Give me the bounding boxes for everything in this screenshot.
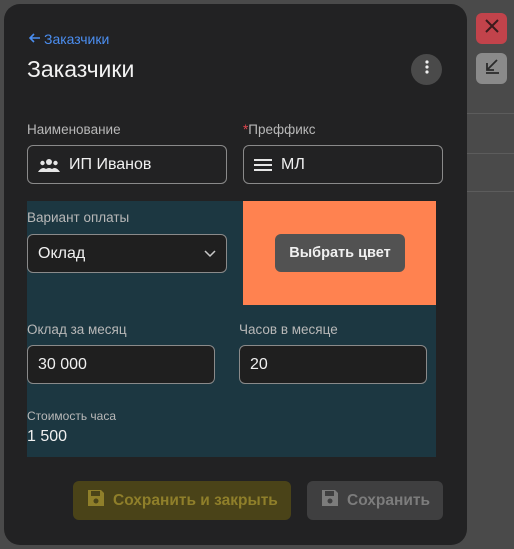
page-title: Заказчики [27, 56, 135, 82]
floppy-disk-icon [87, 489, 105, 512]
collapse-button[interactable] [476, 53, 507, 84]
prefix-value: МЛ [281, 155, 305, 173]
backdrop-divider [466, 191, 514, 192]
arrow-left-icon [28, 31, 41, 47]
more-vertical-icon [424, 60, 429, 79]
backdrop-divider [466, 153, 514, 154]
back-link[interactable]: Заказчики [28, 31, 110, 47]
chevron-down-icon [204, 245, 216, 263]
save-and-close-button[interactable]: Сохранить и закрыть [73, 481, 291, 520]
prefix-field[interactable]: МЛ [243, 145, 443, 184]
save-and-close-label: Сохранить и закрыть [113, 491, 278, 509]
arrow-down-left-icon [483, 57, 501, 80]
hour-cost-label: Стоимость часа [27, 409, 117, 423]
save-button[interactable]: Сохранить [307, 481, 443, 520]
floppy-disk-icon [321, 489, 339, 512]
payment-select[interactable]: Оклад [27, 234, 227, 273]
menu-lines-icon [254, 158, 272, 171]
hours-per-month-input[interactable]: 20 [239, 345, 427, 384]
backdrop-divider [466, 113, 514, 114]
prefix-label-text: Преффикс [248, 122, 316, 137]
prefix-label: *Преффикс [243, 122, 316, 137]
people-icon [38, 158, 60, 172]
close-icon [484, 18, 500, 39]
name-field[interactable]: ИП Иванов [27, 145, 227, 184]
hours-per-month-value: 20 [250, 355, 268, 373]
payment-label: Вариант оплаты [27, 210, 130, 225]
hours-per-month-label: Часов в месяце [239, 322, 338, 337]
monthly-salary-value: 30 000 [38, 355, 87, 373]
monthly-salary-input[interactable]: 30 000 [27, 345, 215, 384]
close-button[interactable] [476, 13, 507, 44]
name-value: ИП Иванов [69, 155, 152, 173]
hour-cost-value: 1 500 [27, 428, 68, 445]
save-label: Сохранить [347, 491, 430, 509]
payment-value: Оклад [38, 244, 86, 262]
back-link-label: Заказчики [44, 31, 110, 47]
choose-color-button[interactable]: Выбрать цвет [275, 234, 405, 272]
customer-dialog: Заказчики Заказчики Наименование ИП Иван… [4, 4, 467, 545]
name-label: Наименование [27, 122, 121, 137]
more-menu-button[interactable] [411, 54, 442, 85]
monthly-salary-label: Оклад за месяц [27, 322, 127, 337]
